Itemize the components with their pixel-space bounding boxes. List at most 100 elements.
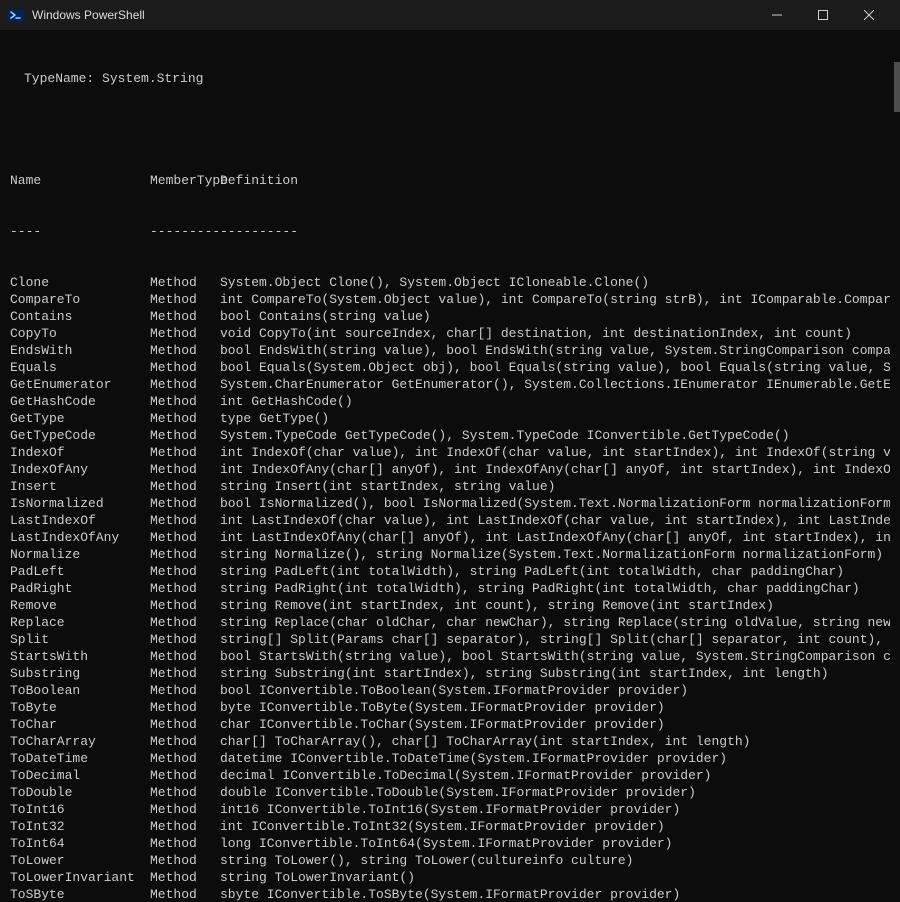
member-name: Contains — [10, 308, 150, 325]
member-row: ToInt16Methodint16 IConvertible.ToInt16(… — [10, 801, 890, 818]
window-title: Windows PowerShell — [32, 7, 145, 24]
member-row: ToBooleanMethodbool IConvertible.ToBoole… — [10, 682, 890, 699]
member-definition: string PadLeft(int totalWidth), string P… — [220, 563, 890, 580]
member-row: CopyToMethodvoid CopyTo(int sourceIndex,… — [10, 325, 890, 342]
member-row: SubstringMethodstring Substring(int star… — [10, 665, 890, 682]
close-button[interactable] — [846, 0, 892, 30]
header-name: Name — [10, 172, 150, 189]
member-row: IndexOfMethodint IndexOf(char value), in… — [10, 444, 890, 461]
member-definition: string PadRight(int totalWidth), string … — [220, 580, 890, 597]
scroll-thumb[interactable] — [894, 62, 900, 112]
member-row: ToDoubleMethoddouble IConvertible.ToDoub… — [10, 784, 890, 801]
member-row: ToByteMethodbyte IConvertible.ToByte(Sys… — [10, 699, 890, 716]
member-name: Substring — [10, 665, 150, 682]
dash-membertype: ---------- — [150, 223, 220, 240]
minimize-button[interactable] — [754, 0, 800, 30]
powershell-icon — [8, 7, 24, 23]
member-type: Method — [150, 291, 220, 308]
member-name: ToByte — [10, 699, 150, 716]
member-definition: bool IsNormalized(), bool IsNormalized(S… — [220, 495, 890, 512]
maximize-button[interactable] — [800, 0, 846, 30]
member-definition: string Replace(char oldChar, char newCha… — [220, 614, 890, 631]
member-name: ToInt32 — [10, 818, 150, 835]
member-row: CompareToMethodint CompareTo(System.Obje… — [10, 291, 890, 308]
member-row: ToLowerMethodstring ToLower(), string To… — [10, 852, 890, 869]
member-name: ToInt16 — [10, 801, 150, 818]
member-type: Method — [150, 784, 220, 801]
member-name: GetType — [10, 410, 150, 427]
member-row: EqualsMethodbool Equals(System.Object ob… — [10, 359, 890, 376]
member-name: ToDecimal — [10, 767, 150, 784]
member-definition: int CompareTo(System.Object value), int … — [220, 291, 890, 308]
member-name: ToSByte — [10, 886, 150, 902]
member-type: Method — [150, 665, 220, 682]
member-definition: string Substring(int startIndex), string… — [220, 665, 890, 682]
member-name: StartsWith — [10, 648, 150, 665]
member-type: Method — [150, 546, 220, 563]
member-definition: string Remove(int startIndex, int count)… — [220, 597, 890, 614]
member-name: CompareTo — [10, 291, 150, 308]
member-name: GetHashCode — [10, 393, 150, 410]
typename-line: TypeName: System.String — [10, 70, 890, 87]
member-definition: long IConvertible.ToInt64(System.IFormat… — [220, 835, 890, 852]
member-type: Method — [150, 682, 220, 699]
member-definition: int GetHashCode() — [220, 393, 890, 410]
member-row: ToInt32Methodint IConvertible.ToInt32(Sy… — [10, 818, 890, 835]
member-name: Replace — [10, 614, 150, 631]
member-type: Method — [150, 699, 220, 716]
member-row: RemoveMethodstring Remove(int startIndex… — [10, 597, 890, 614]
member-name: Remove — [10, 597, 150, 614]
member-definition: datetime IConvertible.ToDateTime(System.… — [220, 750, 890, 767]
vertical-scrollbar[interactable] — [892, 30, 900, 902]
member-definition: int IndexOfAny(char[] anyOf), int IndexO… — [220, 461, 890, 478]
member-name: ToDouble — [10, 784, 150, 801]
member-type: Method — [150, 495, 220, 512]
member-row: ToInt64Methodlong IConvertible.ToInt64(S… — [10, 835, 890, 852]
member-type: Method — [150, 427, 220, 444]
member-name: GetEnumerator — [10, 376, 150, 393]
member-definition: string ToLowerInvariant() — [220, 869, 890, 886]
member-type: Method — [150, 767, 220, 784]
member-definition: int LastIndexOfAny(char[] anyOf), int La… — [220, 529, 890, 546]
member-row: StartsWithMethodbool StartsWith(string v… — [10, 648, 890, 665]
member-name: IndexOf — [10, 444, 150, 461]
member-definition: System.TypeCode GetTypeCode(), System.Ty… — [220, 427, 890, 444]
member-type: Method — [150, 325, 220, 342]
member-type: Method — [150, 444, 220, 461]
member-type: Method — [150, 750, 220, 767]
header-membertype: MemberType — [150, 172, 220, 189]
member-name: ToInt64 — [10, 835, 150, 852]
member-definition: int IndexOf(char value), int IndexOf(cha… — [220, 444, 890, 461]
member-name: ToBoolean — [10, 682, 150, 699]
member-definition: int IConvertible.ToInt32(System.IFormatP… — [220, 818, 890, 835]
header-definition: Definition — [220, 172, 890, 189]
member-row: PadRightMethodstring PadRight(int totalW… — [10, 580, 890, 597]
member-name: IndexOfAny — [10, 461, 150, 478]
member-type: Method — [150, 461, 220, 478]
member-type: Method — [150, 393, 220, 410]
member-definition: bool StartsWith(string value), bool Star… — [220, 648, 890, 665]
member-type: Method — [150, 376, 220, 393]
member-definition: System.CharEnumerator GetEnumerator(), S… — [220, 376, 890, 393]
terminal-output[interactable]: TypeName: System.String Name MemberType … — [0, 30, 900, 902]
member-row: EndsWithMethodbool EndsWith(string value… — [10, 342, 890, 359]
member-definition: char IConvertible.ToChar(System.IFormatP… — [220, 716, 890, 733]
member-row: InsertMethodstring Insert(int startIndex… — [10, 478, 890, 495]
member-definition: char[] ToCharArray(), char[] ToCharArray… — [220, 733, 890, 750]
window-titlebar[interactable]: Windows PowerShell — [0, 0, 900, 30]
member-definition: System.Object Clone(), System.Object ICl… — [220, 274, 890, 291]
member-name: ToDateTime — [10, 750, 150, 767]
member-name: Clone — [10, 274, 150, 291]
member-name: IsNormalized — [10, 495, 150, 512]
header-dash-row: ---- ---------- ---------- — [10, 223, 890, 240]
member-row: GetTypeMethodtype GetType() — [10, 410, 890, 427]
member-type: Method — [150, 631, 220, 648]
member-definition: int16 IConvertible.ToInt16(System.IForma… — [220, 801, 890, 818]
member-definition: byte IConvertible.ToByte(System.IFormatP… — [220, 699, 890, 716]
member-type: Method — [150, 852, 220, 869]
member-name: ToChar — [10, 716, 150, 733]
member-row: ToCharMethodchar IConvertible.ToChar(Sys… — [10, 716, 890, 733]
member-definition: sbyte IConvertible.ToSByte(System.IForma… — [220, 886, 890, 902]
member-type: Method — [150, 716, 220, 733]
member-type: Method — [150, 512, 220, 529]
